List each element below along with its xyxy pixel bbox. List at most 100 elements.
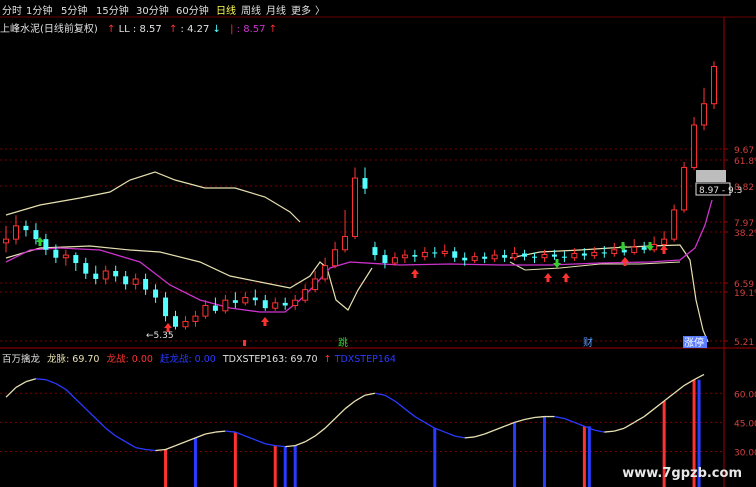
indicator-line-segment: [175, 441, 186, 447]
candle-body-up: [322, 265, 329, 280]
signal-arrow-up-icon: [544, 273, 552, 282]
dragon-value: : 69.70: [66, 354, 100, 365]
arrow-up-icon: ↑: [323, 354, 332, 365]
candle-body-down: [581, 253, 587, 256]
candle-body-up: [421, 251, 428, 258]
indicator-bar: [433, 428, 437, 487]
indicator-line-segment: [75, 398, 87, 410]
price-tick-label: 9.67: [734, 146, 754, 156]
candle-body-down: [232, 300, 238, 303]
indicator-line-segment: [663, 392, 675, 402]
candle-body-down: [452, 251, 458, 258]
candle-body-up: [701, 103, 708, 126]
indicator-line-segment: [125, 441, 136, 449]
indicator-line-segment: [633, 415, 645, 423]
tdx2-label: TDXSTEP164: [334, 354, 396, 365]
candle-body-up: [192, 315, 199, 322]
indicator-line-segment: [135, 446, 146, 451]
indicator-line-segment: [384, 394, 396, 402]
indicator-line-segment: [85, 408, 97, 419]
right-value: : 0.00: [188, 354, 216, 365]
dragon-label: 龙脉: [47, 354, 67, 365]
indicator-bar: [273, 445, 277, 487]
indicator-line-segment: [5, 386, 17, 398]
candle-body-up: [242, 297, 249, 304]
indicator-line-segment: [195, 433, 206, 439]
indicator-line-segment: [614, 427, 625, 432]
signal-arrow-down-icon: [553, 259, 561, 268]
candle-body-down: [252, 297, 258, 301]
signal-arrow-up-icon: [261, 317, 269, 326]
candle-body-down: [601, 252, 607, 254]
indicator-line-segment: [225, 430, 236, 433]
indicator-line-segment: [314, 427, 326, 437]
indicator-line-segment: [643, 408, 655, 418]
chart-canvas: 9.6761.8%8.827.9738.2%6.5919.1%5.218.97 …: [0, 16, 756, 487]
indicator-line-segment: [15, 381, 27, 389]
signal-label: 涨停: [684, 336, 704, 349]
signal-arrow-up-icon: [621, 257, 629, 266]
candle-body-up: [272, 302, 279, 309]
candle-body-down: [143, 278, 149, 290]
indicator-line-segment: [574, 421, 585, 427]
indicator-line-segment: [245, 435, 256, 441]
signal-marker: [243, 340, 246, 346]
tdx-value: : 69.70: [284, 354, 318, 365]
signal-arrow-down-icon: [619, 242, 627, 251]
candle-body-up: [62, 254, 69, 259]
indicator-line-segment: [255, 439, 266, 445]
upper-band-line: [5, 171, 301, 223]
indicator-tick-label: 45.00: [734, 419, 756, 429]
indicator-line-segment: [304, 435, 316, 443]
indicator-line-segment: [324, 418, 336, 429]
candle-body-down: [462, 257, 468, 261]
candle-body-up: [3, 238, 9, 244]
candle-body-up: [571, 252, 578, 259]
candle-body-down: [83, 263, 89, 274]
indicator-line-segment: [594, 429, 605, 433]
range-box-label: 8.97 - 9.3: [699, 186, 742, 196]
indicator-line-segment: [623, 421, 635, 429]
moving-average-line: [5, 199, 713, 313]
indicator-line-segment: [165, 445, 176, 451]
indicator-line-segment: [474, 433, 485, 438]
indicator-line-segment: [265, 443, 276, 447]
candle-body-down: [43, 239, 49, 250]
candle-body-down: [93, 273, 99, 279]
indicator-bar: [587, 426, 591, 487]
candle-body-down: [382, 255, 388, 264]
indicator-line-segment: [115, 435, 126, 443]
indicator-line-segment: [604, 430, 615, 433]
candle-body-down: [522, 253, 528, 257]
indicator-line-segment: [524, 416, 535, 421]
candle-body-up: [661, 238, 668, 245]
indicator-bar: [193, 437, 197, 487]
indicator-line-segment: [554, 415, 565, 420]
candle-body-down: [53, 249, 59, 258]
lower-band-line: [5, 245, 373, 311]
signal-arrow-up-icon: [562, 273, 570, 282]
candle-body-down: [153, 289, 159, 298]
candle-body-up: [611, 249, 618, 254]
candle-body-up: [591, 251, 598, 257]
range-box-bg: [696, 170, 726, 182]
candle-body-up: [332, 249, 339, 267]
indicator-line-segment: [404, 408, 416, 418]
candle-body-up: [102, 270, 109, 280]
indicator-line-segment: [344, 400, 356, 410]
indicator-line-segment: [25, 378, 37, 383]
indicator-line-segment: [673, 385, 685, 394]
indicator-bar: [283, 446, 287, 487]
indicator-bar: [293, 445, 297, 487]
indicator-bar: [233, 432, 237, 487]
candle-body-down: [173, 316, 179, 327]
indicator-bar: [582, 426, 586, 487]
price-tick-label: 19.1%: [734, 289, 756, 299]
indicator-line-segment: [105, 427, 117, 437]
candle-body-down: [113, 271, 119, 277]
candle-body-up: [202, 305, 209, 317]
low-price-label: ←5.35: [146, 331, 174, 341]
right-label: 赶龙战: [159, 354, 189, 365]
indicator-line-segment: [484, 429, 495, 435]
indicator-line-segment: [464, 436, 475, 439]
